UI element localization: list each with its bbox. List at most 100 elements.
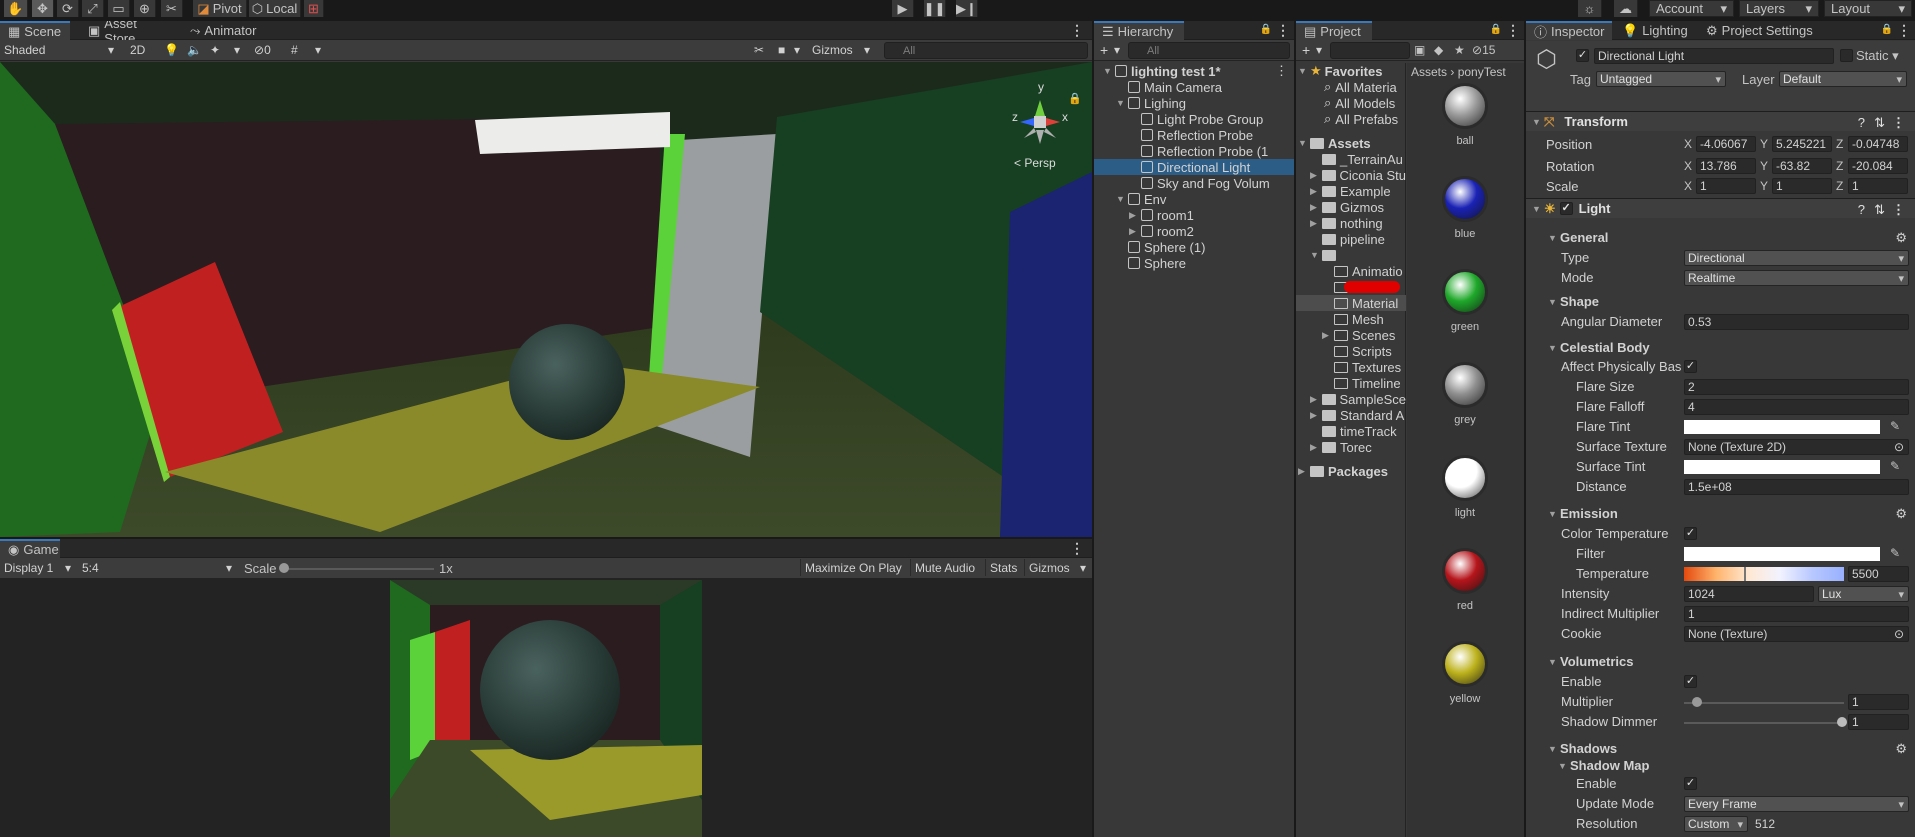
scale-slider-track[interactable]: [284, 568, 434, 570]
scale-slider-thumb[interactable]: [279, 563, 289, 573]
favorites-header[interactable]: ▼ ★ Favorites: [1296, 63, 1405, 79]
multiplier-slider-thumb[interactable]: [1692, 697, 1702, 707]
filter-label-icon[interactable]: ◆: [1434, 43, 1443, 57]
folder-item[interactable]: ▶ Example: [1296, 183, 1406, 199]
light-enabled-checkbox[interactable]: ✓: [1559, 202, 1573, 215]
favorite-item[interactable]: ⌕ All Models: [1296, 95, 1406, 111]
rotation-x-label[interactable]: X: [1684, 159, 1692, 173]
folder-item[interactable]: _TerrainAu: [1296, 151, 1406, 167]
settings-gear-icon[interactable]: ⚙: [1895, 230, 1907, 246]
position-y-label[interactable]: Y: [1760, 137, 1768, 151]
affect-checkbox[interactable]: ✓: [1684, 360, 1697, 373]
hierarchy-item[interactable]: Sphere (1): [1094, 239, 1294, 255]
scale-tool-icon[interactable]: ⤢: [82, 0, 104, 17]
expand-arrow-icon[interactable]: ▼: [1103, 66, 1115, 76]
stats-toggle[interactable]: Stats: [985, 559, 1021, 576]
folder-item[interactable]: ▶ Torec: [1296, 439, 1406, 455]
celestial-section[interactable]: ▼ Celestial Body: [1526, 339, 1915, 356]
material-asset[interactable]: green: [1425, 269, 1505, 333]
filter-type-icon[interactable]: ▣: [1414, 43, 1425, 57]
hierarchy-item[interactable]: Reflection Probe: [1094, 127, 1294, 143]
flare-size-field[interactable]: 2: [1684, 379, 1909, 395]
display-dropdown[interactable]: Display 1 ▾: [0, 559, 75, 576]
expand-arrow-icon[interactable]: ▶: [1129, 210, 1141, 221]
shadow-map-section[interactable]: ▼ Shadow Map: [1526, 757, 1915, 774]
shadow-dimmer-slider-track[interactable]: [1684, 722, 1844, 724]
multiplier-slider-track[interactable]: [1684, 702, 1844, 704]
hierarchy-item[interactable]: ▶ room2: [1094, 223, 1294, 239]
gizmos-dropdown[interactable]: Gizmos ▾: [808, 41, 874, 58]
settings-gear-icon[interactable]: ⚙: [1895, 741, 1907, 757]
hierarchy-item[interactable]: ▼ Lighing: [1094, 95, 1294, 111]
tab-animator[interactable]: ⤳ Animator: [182, 21, 272, 40]
object-picker-icon[interactable]: ⊙: [1894, 627, 1904, 641]
shading-mode-dropdown[interactable]: Shaded ▾: [0, 41, 118, 58]
transform-tool-icon[interactable]: ⊕: [134, 0, 156, 17]
rotation-x-field[interactable]: 13.786: [1696, 158, 1756, 174]
shadow-dimmer-slider-thumb[interactable]: [1837, 717, 1847, 727]
folder-item[interactable]: Timeline: [1296, 375, 1406, 391]
angular-field[interactable]: 0.53: [1684, 314, 1909, 330]
tab-scene[interactable]: ▦ Scene: [0, 21, 70, 40]
hand-tool-icon[interactable]: ✋: [4, 0, 28, 17]
eyedropper-icon[interactable]: ✎: [1890, 546, 1900, 560]
local-toggle[interactable]: ⬡ Local: [249, 0, 301, 17]
hierarchy-menu-icon[interactable]: ⋮: [1276, 22, 1290, 39]
assets-header[interactable]: ▼ Assets: [1296, 135, 1405, 151]
position-y-field[interactable]: 5.245221: [1772, 136, 1832, 152]
folder-item[interactable]: Textures: [1296, 359, 1406, 375]
favorite-star-icon[interactable]: ★: [1454, 43, 1465, 57]
intensity-field[interactable]: 1024: [1684, 586, 1814, 602]
hidden-packages-toggle[interactable]: ⊘15: [1472, 43, 1495, 57]
hierarchy-item[interactable]: ▶ room1: [1094, 207, 1294, 223]
move-tool-icon[interactable]: ✥: [32, 0, 54, 17]
eyedropper-icon[interactable]: ✎: [1890, 419, 1900, 433]
resolution-mode-dropdown[interactable]: Custom: [1684, 816, 1748, 832]
folder-item[interactable]: ▶ SampleSce: [1296, 391, 1406, 407]
volumetrics-section[interactable]: ▼ Volumetrics: [1526, 653, 1915, 670]
active-checkbox[interactable]: ✓: [1576, 49, 1589, 62]
temperature-slider[interactable]: [1684, 567, 1844, 581]
folder-item[interactable]: timeTrack: [1296, 423, 1406, 439]
hierarchy-item[interactable]: Sphere: [1094, 255, 1294, 271]
shadow-dimmer-field[interactable]: 1: [1848, 714, 1909, 730]
tab-inspector[interactable]: ⓘ Inspector: [1526, 21, 1612, 40]
grid-snap-icon[interactable]: ⊞: [304, 0, 324, 17]
shadows-section[interactable]: ▼ Shadows ⚙: [1526, 740, 1915, 757]
tab-asset-store[interactable]: ▣ Asset Store: [80, 21, 172, 46]
static-checkbox[interactable]: [1840, 49, 1853, 62]
material-asset[interactable]: light: [1425, 455, 1505, 519]
scale-x-field[interactable]: 1: [1696, 178, 1756, 194]
folder-item[interactable]: ▶ Standard A: [1296, 407, 1406, 423]
transform-component-header[interactable]: ▼ ⤧ Transform ? ⇅ ⋮: [1526, 111, 1915, 131]
tab-project[interactable]: ▤ Project: [1296, 21, 1372, 40]
pivot-toggle[interactable]: ◪ Pivot: [193, 0, 247, 17]
color-temp-checkbox[interactable]: ✓: [1684, 527, 1697, 540]
rotation-z-field[interactable]: -20.084: [1848, 158, 1908, 174]
scale-x-label[interactable]: X: [1684, 179, 1692, 193]
rotation-y-label[interactable]: Y: [1760, 159, 1768, 173]
component-menu-icon[interactable]: ⋮: [1892, 202, 1905, 218]
expand-arrow-icon[interactable]: ▶: [1310, 186, 1322, 197]
folder-item[interactable]: pipeline: [1296, 231, 1406, 247]
expand-arrow-icon[interactable]: ▶: [1322, 330, 1334, 341]
tab-lighting[interactable]: 💡 Lighting: [1614, 21, 1696, 40]
folder-item[interactable]: Mesh: [1296, 311, 1406, 327]
toggle-2d-button[interactable]: 2D: [126, 41, 148, 58]
surface-tint-swatch[interactable]: [1684, 460, 1880, 474]
folder-item[interactable]: ▶ nothing: [1296, 215, 1406, 231]
expand-arrow-icon[interactable]: ▶: [1129, 226, 1141, 237]
hierarchy-item[interactable]: Main Camera: [1094, 79, 1294, 95]
preset-icon[interactable]: ⇅: [1874, 202, 1885, 218]
scene-menu-icon[interactable]: ⋮: [1275, 63, 1288, 79]
shape-section[interactable]: ▼ Shape: [1526, 293, 1915, 310]
indirect-field[interactable]: 1: [1684, 606, 1909, 622]
folder-item[interactable]: ▶ Scenes: [1296, 327, 1406, 343]
aspect-dropdown[interactable]: 5:4 ▾: [78, 559, 236, 576]
game-gizmos-dropdown[interactable]: Gizmos ▾: [1024, 559, 1090, 576]
project-create-dropdown[interactable]: + ▾: [1298, 41, 1326, 58]
hierarchy-item[interactable]: Directional Light: [1094, 159, 1294, 175]
expand-arrow-icon[interactable]: ▼: [1310, 250, 1322, 260]
tab-hierarchy[interactable]: ☰ Hierarchy: [1094, 21, 1184, 40]
preset-icon[interactable]: ⇅: [1874, 115, 1885, 131]
